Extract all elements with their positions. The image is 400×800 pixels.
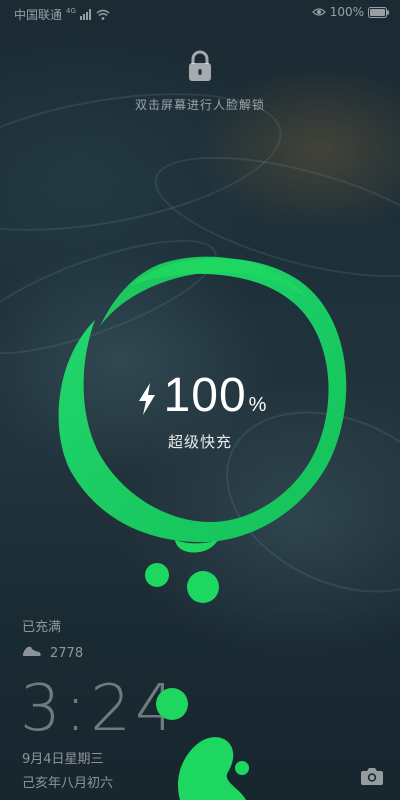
carrier-name: 中国联通 bbox=[14, 8, 63, 22]
charging-blob-bottom bbox=[177, 737, 249, 800]
face-unlock-hint: 双击屏幕进行人脸解锁 bbox=[134, 98, 265, 112]
shoe-icon bbox=[22, 645, 42, 661]
signal-type: 4G bbox=[66, 6, 76, 15]
droplet bbox=[187, 571, 219, 603]
wifi-icon bbox=[96, 9, 110, 20]
eye-icon bbox=[311, 7, 326, 17]
step-counter: 2778 bbox=[22, 645, 83, 661]
charge-mode-label: 超级快充 bbox=[167, 433, 232, 451]
charge-unit: % bbox=[248, 394, 267, 416]
battery-icon bbox=[368, 6, 390, 18]
status-right-group: 100% bbox=[311, 5, 390, 19]
camera-icon bbox=[360, 768, 384, 790]
charge-percentage: 100 % bbox=[138, 368, 267, 423]
lock-icon bbox=[187, 50, 213, 86]
battery-percent: 100% bbox=[329, 5, 364, 19]
charged-status: 已充满 bbox=[22, 620, 62, 635]
charging-info: 100 % 超级快充 bbox=[0, 368, 400, 452]
lunar-date-label: 己亥年八月初六 bbox=[22, 776, 114, 791]
lock-area[interactable]: 双击屏幕进行人脸解锁 bbox=[0, 50, 400, 113]
droplet bbox=[145, 563, 169, 587]
signal-icon bbox=[79, 9, 92, 20]
date-label: 9月4日星期三 bbox=[22, 752, 104, 767]
charge-value: 100 bbox=[163, 369, 247, 422]
carrier-group: 中国联通 4G bbox=[14, 6, 110, 23]
lightning-icon bbox=[138, 383, 156, 419]
status-bar: 中国联通 4G 100% bbox=[0, 0, 400, 26]
step-count: 2778 bbox=[50, 645, 84, 661]
camera-shortcut[interactable] bbox=[360, 766, 384, 786]
